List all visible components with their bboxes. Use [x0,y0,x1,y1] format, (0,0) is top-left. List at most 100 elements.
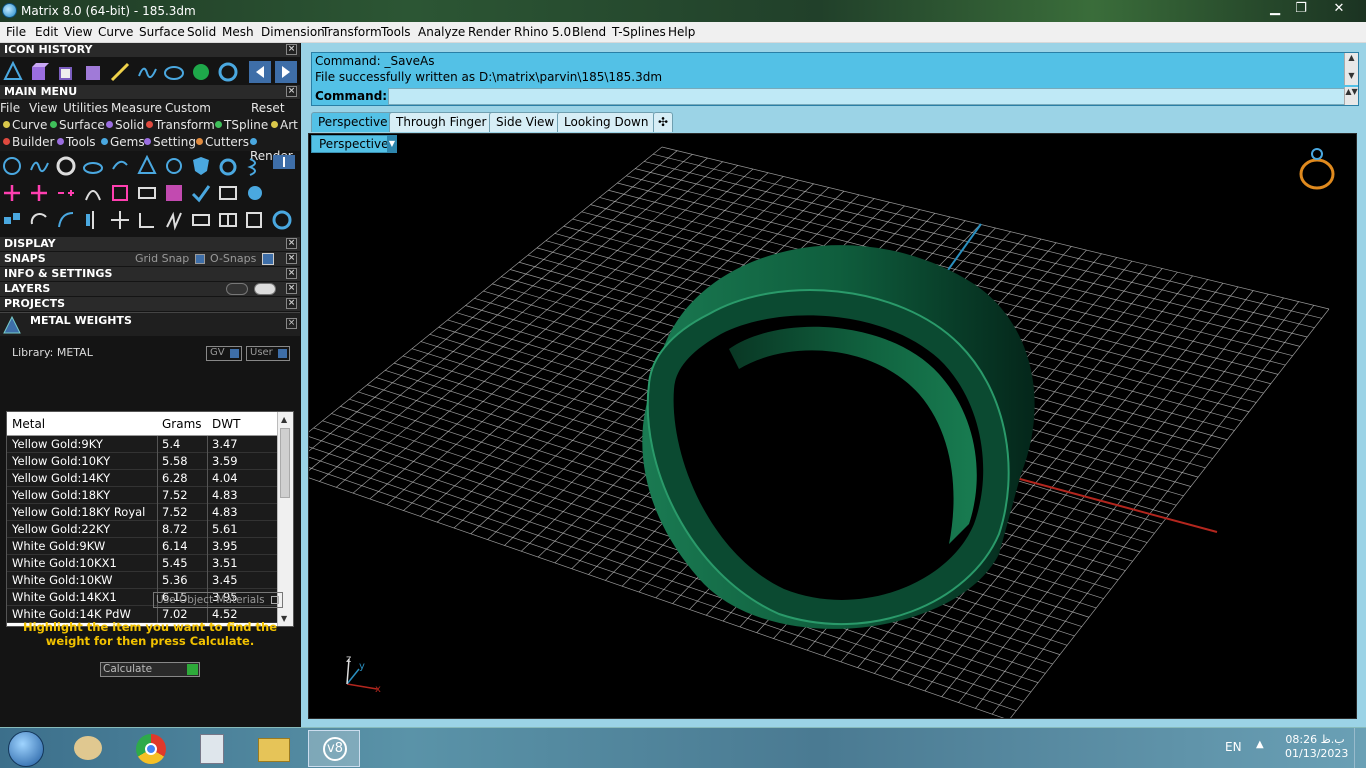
col-dwt[interactable]: DWT [212,417,240,431]
back-arrow-icon[interactable] [249,61,271,83]
perspective-viewport[interactable]: x y z Perspective ▼ [308,133,1357,719]
cat-setting[interactable]: Setting [144,135,196,149]
blocks-icon[interactable] [1,209,23,231]
menu-analyze[interactable]: Analyze [418,25,465,39]
mm-view[interactable]: View [29,101,57,115]
grid-cone-icon[interactable] [2,61,24,83]
close-icon[interactable]: × [286,298,297,309]
cat-gems[interactable]: Gems [101,135,145,149]
viewport-dropdown-icon[interactable]: ▼ [387,135,397,153]
language-indicator[interactable]: EN [1225,740,1242,754]
cat-solid[interactable]: Solid [106,118,144,132]
sphere-icon[interactable] [244,182,266,204]
main-menu-header[interactable]: MAIN MENU × [0,85,300,99]
bezel-icon[interactable] [217,155,239,177]
slider-icon[interactable] [273,155,295,169]
mm-custom[interactable]: Custom [165,101,211,115]
tray-arrow-icon[interactable]: ▲ [1256,739,1264,750]
link-icon[interactable] [136,182,158,204]
cube-outline-icon[interactable] [55,61,77,83]
gem-icon[interactable] [163,155,185,177]
close-icon[interactable]: × [286,238,297,249]
tab-looking-down[interactable]: Looking Down [557,112,656,132]
input-scrollbar[interactable]: ▲▼ [1344,87,1358,105]
icon-history-header[interactable]: ICON HISTORY × [0,43,300,57]
menu-transform[interactable]: Transform [322,25,382,39]
ring-outline-icon[interactable] [271,209,293,231]
menu-file[interactable]: File [6,25,26,39]
menu-rhino[interactable]: Rhino 5.0 [514,25,571,39]
shield-icon[interactable] [190,155,212,177]
cat-surface[interactable]: Surface [50,118,105,132]
cat-builder[interactable]: Builder [3,135,54,149]
tab-side-view[interactable]: Side View [489,112,562,132]
ring-gizmo-icon[interactable] [1299,148,1335,190]
close-icon[interactable]: × [286,268,297,279]
grid-snap-checkbox[interactable] [195,254,205,264]
minus-plus-icon[interactable] [55,182,77,204]
menu-mesh[interactable]: Mesh [222,25,254,39]
reset-button[interactable]: Reset [251,101,285,115]
user-toggle[interactable]: User [246,346,290,361]
osnaps-toggle[interactable]: O-Snaps [210,252,256,266]
paint-app-icon[interactable] [62,730,114,767]
menu-blend[interactable]: Blend [572,25,606,39]
menu-dimension[interactable]: Dimension [261,25,325,39]
cat-art[interactable]: Art [271,118,298,132]
forward-arrow-icon[interactable] [275,61,297,83]
band-icon[interactable] [82,155,104,177]
table-row[interactable]: Yellow Gold:14KY 6.28 4.04 [7,470,277,487]
close-icon[interactable]: × [286,283,297,294]
grid-tool-icon[interactable] [217,182,239,204]
check-icon[interactable] [190,182,212,204]
col-grams[interactable]: Grams [162,417,202,431]
history-scrollbar[interactable]: ▲ ▼ [1344,53,1358,85]
table-row[interactable]: Yellow Gold:9KY 5.4 3.47 [7,436,277,453]
twist-icon[interactable] [244,155,266,177]
osnaps-checkbox[interactable] [262,253,274,265]
col-metal[interactable]: Metal [12,417,45,431]
array-icon[interactable] [163,209,185,231]
mm-file[interactable]: File [0,101,20,115]
calculate-button[interactable]: Calculate [100,662,200,677]
table-row[interactable]: Yellow Gold:18KY 7.52 4.83 [7,487,277,504]
cutter-icon[interactable] [244,209,266,231]
matrix-taskbar-icon[interactable]: v8 [308,730,360,767]
split-icon[interactable] [217,209,239,231]
table-row[interactable]: Yellow Gold:22KY 8.72 5.61 [7,521,277,538]
menu-curve[interactable]: Curve [98,25,133,39]
circle-icon[interactable] [1,155,23,177]
cat-tools[interactable]: Tools [57,135,96,149]
green-sweep-icon[interactable] [190,61,212,83]
layer-toggle-icon[interactable] [226,283,248,295]
file-explorer-icon[interactable] [248,730,300,767]
plus-box-icon[interactable] [28,182,50,204]
pattern-icon[interactable] [163,182,185,204]
table-row[interactable]: Yellow Gold:10KY 5.58 3.59 [7,453,277,470]
tab-through-finger[interactable]: Through Finger [389,112,494,132]
rotate-icon[interactable] [28,209,50,231]
table-row[interactable]: White Gold:10KX1 5.45 3.51 [7,555,277,572]
align-icon[interactable] [190,209,212,231]
command-input[interactable] [388,88,1346,105]
menu-tools[interactable]: Tools [381,25,411,39]
mirror-icon[interactable] [82,209,104,231]
tab-perspective[interactable]: Perspective [311,112,395,132]
loft-icon[interactable] [163,61,185,83]
clock[interactable]: 08:26 ب.ظ 01/13/2023 [1285,733,1348,761]
curve-icon[interactable] [136,61,158,83]
menu-surface[interactable]: Surface [139,25,185,39]
info-settings-header[interactable]: INFO & SETTINGS × [0,267,300,281]
projects-header[interactable]: PROJECTS × [0,297,300,311]
close-icon[interactable]: × [286,253,297,264]
menu-solid[interactable]: Solid [187,25,216,39]
maximize-button[interactable]: ❐ [1288,0,1314,18]
grid-snap-toggle[interactable]: Grid Snap [135,252,189,266]
add-tab-button[interactable]: ✣ [653,112,674,132]
cat-tspline[interactable]: TSpline [215,118,268,132]
close-button[interactable]: ✕ [1326,0,1352,18]
line-icon[interactable] [109,61,131,83]
snaps-header[interactable]: SNAPS Grid Snap O-Snaps × [0,252,300,266]
menu-render[interactable]: Render [468,25,511,39]
mm-utilities[interactable]: Utilities [63,101,108,115]
